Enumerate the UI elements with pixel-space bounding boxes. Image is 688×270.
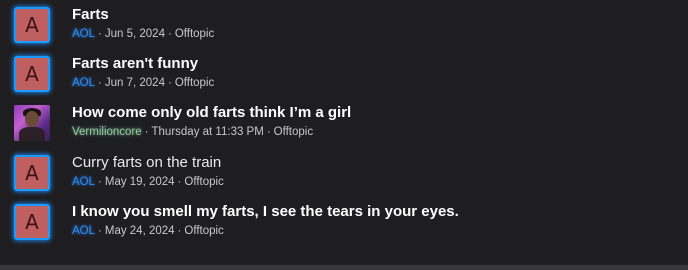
avatar[interactable]: A bbox=[14, 7, 50, 43]
thread-meta: AOL · Jun 5, 2024 · Offtopic bbox=[72, 28, 214, 40]
thread-date[interactable]: Jun 5, 2024 bbox=[105, 28, 165, 40]
meta-separator: · bbox=[98, 225, 102, 237]
avatar[interactable]: A bbox=[14, 204, 50, 240]
user-photo-avatar bbox=[14, 105, 50, 141]
bottom-divider bbox=[0, 265, 688, 270]
thread-meta: Vermilioncore · Thursday at 11:33 PM · Offto… bbox=[72, 126, 313, 138]
avatar-letter: A bbox=[14, 56, 50, 92]
thread-title[interactable]: Farts bbox=[72, 6, 109, 23]
meta-separator: · bbox=[167, 28, 172, 40]
thread-list: A Farts AOL · Jun 5, 2024 · Offtopic A Farts… bbox=[0, 0, 688, 270]
thread-item: How come only old farts think I’m a girl… bbox=[0, 98, 688, 147]
avatar-letter: A bbox=[14, 7, 50, 43]
meta-separator: · bbox=[98, 28, 102, 40]
meta-separator: · bbox=[98, 176, 102, 188]
avatar[interactable] bbox=[14, 105, 50, 141]
thread-forum[interactable]: Offtopic bbox=[184, 176, 223, 188]
meta-separator: · bbox=[98, 77, 102, 89]
thread-date[interactable]: Thursday at 11:33 PM bbox=[152, 126, 264, 138]
thread-forum[interactable]: Offtopic bbox=[175, 28, 214, 40]
thread-item: A Farts AOL · Jun 5, 2024 · Offtopic bbox=[0, 0, 688, 49]
thread-date[interactable]: May 24, 2024 bbox=[105, 225, 175, 237]
thread-title[interactable]: Farts aren't funny bbox=[72, 55, 198, 72]
thread-forum[interactable]: Offtopic bbox=[175, 77, 214, 89]
thread-author[interactable]: AOL bbox=[72, 28, 95, 40]
meta-separator: · bbox=[167, 77, 172, 89]
thread-author[interactable]: Vermilioncore bbox=[72, 126, 142, 138]
avatar-letter: A bbox=[14, 204, 50, 240]
thread-date[interactable]: May 19, 2024 bbox=[105, 176, 175, 188]
thread-item: A I know you smell my farts, I see the t… bbox=[0, 197, 688, 246]
avatar-letter: A bbox=[14, 155, 50, 191]
avatar[interactable]: A bbox=[14, 56, 50, 92]
thread-item: A Curry farts on the train AOL · May 19, 2… bbox=[0, 148, 688, 197]
meta-separator: · bbox=[177, 176, 182, 188]
thread-title[interactable]: Curry farts on the train bbox=[72, 154, 221, 171]
thread-date[interactable]: Jun 7, 2024 bbox=[105, 77, 165, 89]
thread-title[interactable]: How come only old farts think I’m a girl bbox=[72, 104, 351, 121]
meta-separator: · bbox=[266, 126, 271, 138]
thread-author[interactable]: AOL bbox=[72, 176, 95, 188]
thread-forum[interactable]: Offtopic bbox=[184, 225, 223, 237]
thread-item: A Farts aren't funny AOL · Jun 7, 2024 · Off… bbox=[0, 49, 688, 98]
meta-separator: · bbox=[144, 126, 149, 138]
thread-title[interactable]: I know you smell my farts, I see the tea… bbox=[72, 203, 459, 220]
thread-author[interactable]: AOL bbox=[72, 77, 95, 89]
thread-author[interactable]: AOL bbox=[72, 225, 95, 237]
avatar[interactable]: A bbox=[14, 155, 50, 191]
thread-meta: AOL · May 24, 2024 · Offtopic bbox=[72, 225, 224, 237]
thread-meta: AOL · May 19, 2024 · Offtopic bbox=[72, 176, 224, 188]
thread-forum[interactable]: Offtopic bbox=[274, 126, 313, 138]
meta-separator: · bbox=[177, 225, 182, 237]
thread-meta: AOL · Jun 7, 2024 · Offtopic bbox=[72, 77, 214, 89]
